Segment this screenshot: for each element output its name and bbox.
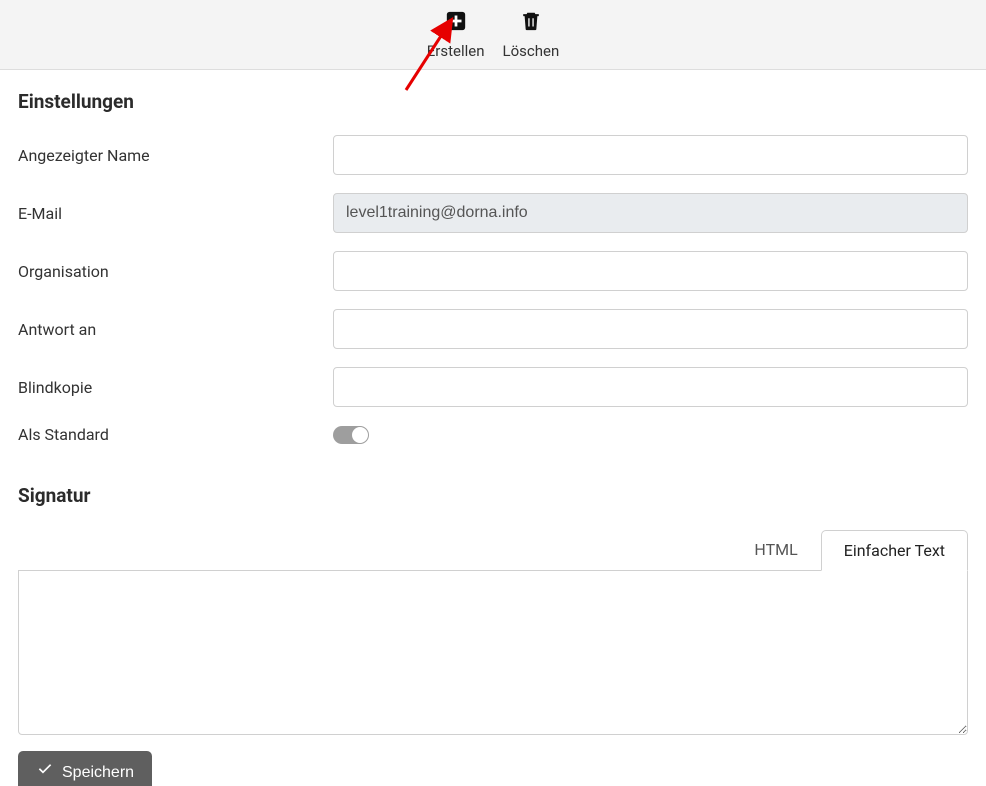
- signature-textarea[interactable]: [18, 570, 968, 735]
- input-reply-to[interactable]: [333, 309, 968, 349]
- label-reply-to: Antwort an: [18, 320, 333, 339]
- input-organization[interactable]: [333, 251, 968, 291]
- tab-plain-text[interactable]: Einfacher Text: [821, 530, 968, 571]
- row-email: E-Mail: [18, 193, 968, 233]
- content-pane: Einstellungen Angezeigter Name E-Mail Or…: [0, 70, 986, 786]
- check-icon: [36, 761, 54, 784]
- row-display-name: Angezeigter Name: [18, 135, 968, 175]
- tab-html[interactable]: HTML: [731, 529, 820, 570]
- label-bcc: Blindkopie: [18, 378, 333, 397]
- create-label: Erstellen: [427, 42, 485, 60]
- row-organization: Organisation: [18, 251, 968, 291]
- toggle-knob: [352, 427, 368, 443]
- signature-tabs: HTML Einfacher Text: [18, 529, 968, 570]
- row-bcc: Blindkopie: [18, 367, 968, 407]
- delete-button[interactable]: Löschen: [503, 10, 560, 60]
- trash-icon: [520, 10, 542, 36]
- label-as-default: Als Standard: [18, 425, 333, 444]
- plus-box-icon: [445, 10, 467, 36]
- label-display-name: Angezeigter Name: [18, 146, 333, 165]
- content-scroll[interactable]: Einstellungen Angezeigter Name E-Mail Or…: [0, 70, 986, 786]
- save-label: Speichern: [62, 764, 134, 782]
- label-email: E-Mail: [18, 204, 333, 223]
- row-as-default: Als Standard: [18, 425, 968, 444]
- delete-label: Löschen: [503, 42, 560, 60]
- label-organization: Organisation: [18, 262, 333, 281]
- input-display-name[interactable]: [333, 135, 968, 175]
- toggle-as-default[interactable]: [333, 426, 369, 444]
- signature-heading: Signatur: [18, 484, 968, 507]
- input-bcc[interactable]: [333, 367, 968, 407]
- create-button[interactable]: Erstellen: [427, 10, 485, 60]
- input-email: [333, 193, 968, 233]
- row-reply-to: Antwort an: [18, 309, 968, 349]
- toolbar: Erstellen Löschen: [0, 0, 986, 70]
- settings-heading: Einstellungen: [18, 90, 968, 113]
- save-button[interactable]: Speichern: [18, 751, 152, 786]
